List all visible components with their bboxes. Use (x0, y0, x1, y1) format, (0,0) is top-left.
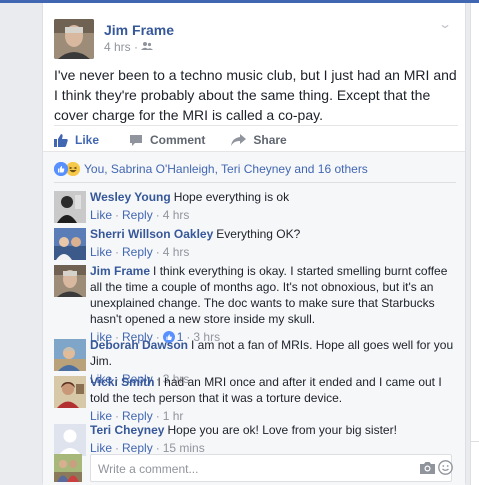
comment-time[interactable]: 4 hrs (163, 207, 190, 223)
comment-actions: Like · Reply · 4 hrs (90, 244, 458, 260)
current-user-avatar (54, 454, 82, 482)
right-column-divider (471, 441, 479, 442)
post-meta: 4 hrs · (104, 40, 154, 54)
commenter-avatar[interactable] (54, 265, 86, 297)
commenter-avatar[interactable] (54, 191, 86, 223)
comment-icon (129, 134, 143, 147)
comment-body: Wesley Young Hope everything is ok Like · … (90, 189, 458, 223)
separator-dot: · (155, 208, 160, 222)
commenter-avatar[interactable] (54, 339, 86, 371)
right-column (470, 3, 479, 485)
comment-time[interactable]: 4 hrs (163, 244, 190, 260)
reactions-summary[interactable]: You, Sabrina O'Hanleigh, Teri Cheyney an… (54, 160, 454, 178)
reactions-summary-text[interactable]: You, Sabrina O'Hanleigh, Teri Cheyney an… (84, 162, 368, 176)
share-icon (231, 134, 247, 146)
like-button[interactable]: Like (54, 133, 99, 147)
share-button[interactable]: Share (231, 133, 287, 147)
write-comment-row: Write a comment... (54, 454, 459, 482)
comment-button[interactable]: Comment (129, 133, 205, 147)
comment-like-link[interactable]: Like (90, 244, 112, 260)
comment-text: Everything OK? (216, 227, 301, 241)
post-header: Jim Frame 4 hrs · ⌄ (54, 17, 454, 59)
comment-actions: Like · Reply · 4 hrs (90, 207, 458, 223)
comment-body: Sherri Willson Oakley Everything OK? Like… (90, 226, 458, 260)
comment-body: Jim Frame I think everything is okay. I s… (90, 263, 458, 345)
friends-icon[interactable] (141, 40, 154, 54)
commenter-name[interactable]: Vicki Smith (90, 375, 154, 389)
separator-dot: · (115, 245, 120, 259)
emoji-icon[interactable] (438, 460, 453, 480)
comment-body: Teri Cheyney Hope you are ok! Love from y… (90, 422, 458, 456)
comment-text: Hope you are ok! Love from your big sist… (167, 423, 397, 437)
thumbs-up-icon (54, 133, 68, 147)
comment-like-link[interactable]: Like (90, 207, 112, 223)
comment-reply-link[interactable]: Reply (122, 207, 153, 223)
haha-reaction-icon (66, 162, 80, 176)
separator-dot: · (115, 208, 120, 222)
comment-text: Hope everything is ok (173, 190, 290, 204)
divider (54, 182, 456, 183)
commenter-name[interactable]: Teri Cheyney (90, 423, 164, 437)
author-avatar[interactable] (54, 19, 94, 59)
comment-reply-link[interactable]: Reply (122, 244, 153, 260)
commenter-avatar[interactable] (54, 228, 86, 260)
camera-icon[interactable] (420, 461, 435, 479)
commenter-name[interactable]: Wesley Young (90, 190, 171, 204)
separator-dot: · (155, 245, 160, 259)
share-label: Share (253, 133, 287, 147)
post-text: I've never been to a techno music club, … (54, 67, 457, 123)
commenter-name[interactable]: Sherri Willson Oakley (90, 227, 213, 241)
commenter-name[interactable]: Deborah Dawson (90, 338, 188, 352)
post-time[interactable]: 4 hrs · (104, 40, 138, 54)
post-card: Jim Frame 4 hrs · ⌄ I've never been to a… (42, 3, 466, 485)
commenter-avatar[interactable] (54, 424, 86, 456)
comment-label: Comment (150, 133, 206, 147)
comment-body: Vicki Smith I had an MRI once and after i… (90, 374, 458, 424)
comments-section: You, Sabrina O'Hanleigh, Teri Cheyney an… (43, 151, 465, 485)
post-author-name[interactable]: Jim Frame (104, 22, 174, 38)
commenter-avatar[interactable] (54, 376, 86, 408)
like-label: Like (75, 133, 100, 147)
post-actions: Like Comment Share (54, 125, 458, 149)
commenter-name[interactable]: Jim Frame (90, 264, 150, 278)
comment-input[interactable]: Write a comment... (90, 454, 452, 482)
like-reaction-icon (54, 162, 68, 176)
chevron-down-icon[interactable]: ⌄ (438, 17, 452, 31)
